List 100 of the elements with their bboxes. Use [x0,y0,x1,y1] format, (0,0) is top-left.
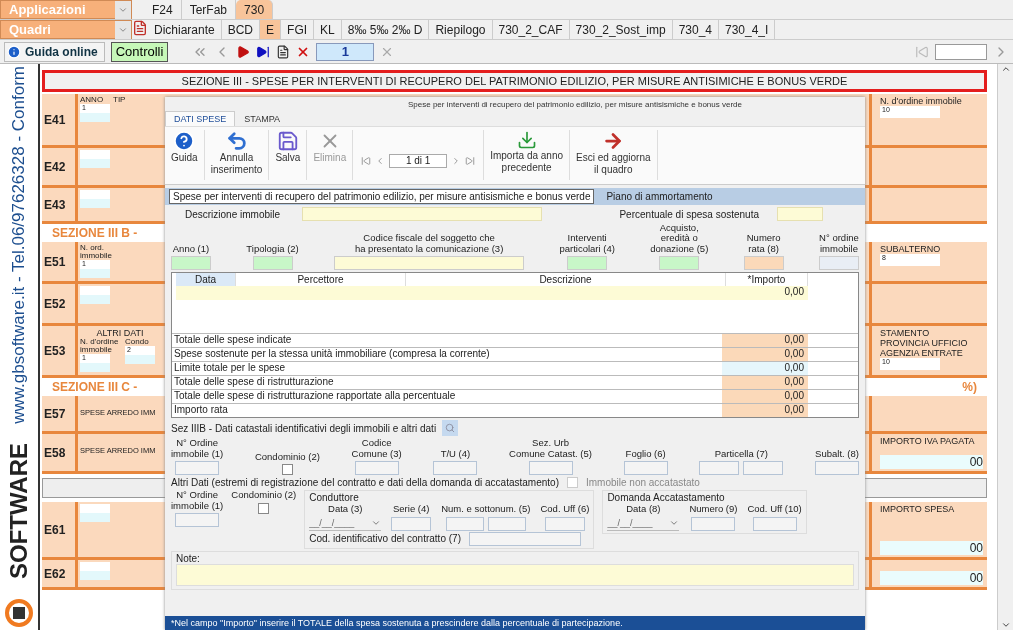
field-label: ALTRI DATI [95,328,145,338]
amount-field[interactable]: 00 [880,455,983,469]
field-label: Tipologia (2) [246,243,299,255]
table-cell-text: 0,00 [783,286,805,300]
app-tab[interactable]: 730 [236,0,274,19]
search-field[interactable] [935,43,987,60]
play-icon [236,44,251,59]
input-field[interactable] [743,461,784,476]
field-label: Condominio (2) [231,490,297,501]
last-icon [465,156,476,166]
input-field[interactable] [445,516,484,531]
total-label: Limite totale per le spese [173,362,287,376]
input-field[interactable] [528,461,573,476]
input-field[interactable] [171,256,211,271]
input-field[interactable] [777,207,823,221]
amount-field[interactable]: 00 [880,571,983,585]
input-field[interactable] [691,516,736,531]
checkbox[interactable] [258,502,270,514]
field-label: SUBALTERNO [880,244,942,254]
date-field[interactable]: __/__/____ [607,516,680,531]
checkbox[interactable] [281,464,293,476]
input-field[interactable] [487,516,526,531]
note-field[interactable] [176,563,854,586]
input-field[interactable] [659,256,700,271]
input-field[interactable] [623,461,668,476]
input-field[interactable] [80,190,110,208]
check-button[interactable]: Controlli [110,41,169,62]
dialog-tab[interactable]: DATI SPESE [165,111,236,126]
footer-note: *Nel campo "Importo" inserire il TOTALE della spesa sostenuta a prescindere dalla percentuale di partecipazione. [165,616,865,630]
input-field[interactable] [302,207,543,221]
form-tab[interactable]: 730_2_Sost_imp [569,20,673,39]
field-label: Anno (1) [172,243,210,255]
field-label: Serie (4) [393,504,430,515]
input-field[interactable] [433,461,478,476]
input-field[interactable] [334,256,525,271]
page-field[interactable]: 1 [316,42,375,61]
previous-icon [915,44,929,59]
search-icon [445,423,456,434]
scroll-up-icon [1000,64,1011,74]
date-field[interactable]: __/__/____ [309,516,382,531]
ribbon-button[interactable]: Importa da anno precedente [484,130,571,180]
input-field[interactable] [80,150,110,168]
form-tab[interactable]: 8‰ 5‰ 2‰ D [341,20,430,39]
input-field[interactable] [752,516,797,531]
input-field[interactable] [567,256,608,271]
field-label: Num. e sottonum. (5) [441,504,531,515]
input-field[interactable] [743,256,784,271]
guide-button[interactable]: Guida online [4,41,105,62]
total-value: 0,00 [722,404,808,418]
input-field[interactable] [175,513,220,528]
input-field[interactable] [80,562,110,580]
app-tab[interactable]: F24 [144,0,182,19]
input-field[interactable] [544,516,585,531]
input-field[interactable] [175,461,220,476]
field-label: Numero rata (8) [746,233,781,255]
section-heading: Altri Dati (estremi di registrazione del contratto e dati della domanda di accatastamento) [171,477,559,489]
form-tab[interactable]: E [260,20,282,39]
section-tab[interactable]: Spese per interventi di recupero del patrimonio edilizio, per misure antisismiche e bonus verde [169,189,595,204]
input-field[interactable] [815,461,859,476]
input-field[interactable] [391,516,432,531]
input-field[interactable] [252,256,293,271]
input-field[interactable] [354,461,399,476]
column-header: Data [176,273,236,287]
field-label: T/U (4) [440,448,471,460]
input-field[interactable] [468,531,581,546]
undo-icon [225,130,248,152]
amount-field[interactable]: 00 [880,541,983,555]
section-title: SEZIONE III - SPESE PER INTERVENTI DI RECUPERO DEL PATRIMONIO EDILIZIO, PER MISURE ANTISIMICHE E BONUS VERDE [42,70,987,92]
record-field[interactable]: 1 di 1 [389,154,448,168]
section-heading: SEZIONE III B - [52,226,138,240]
ribbon-button[interactable]: Guida [165,130,205,180]
section-tab[interactable]: Piano di ammortamento [602,189,717,204]
input-field[interactable] [699,461,740,476]
row-code: E61 [42,502,78,557]
ribbon-button[interactable]: Esci ed aggiorna il quadro [570,130,658,180]
group-title: Conduttore [309,492,360,504]
row-code: E58 [42,434,78,471]
ribbon-button[interactable]: Salva [269,130,308,180]
total-value: 0,00 [722,376,808,390]
input-field[interactable] [80,286,110,304]
field-label: Descrizione immobile [185,208,281,220]
form-tab[interactable]: 730_2_CAF [492,20,570,39]
dialog-tab[interactable]: STAMPA [235,111,290,126]
input-field[interactable] [80,504,110,522]
form-tab[interactable]: Riepilogo [429,20,493,39]
form-tab[interactable]: 730_4_I [719,20,776,39]
field-label: IMPORTO SPESA [880,504,956,514]
field-label: Foglio (6) [625,448,666,460]
field-label: STAMENTO [880,328,931,338]
form-tab[interactable]: KL [314,20,342,39]
table-row[interactable]: 0,00 [176,286,808,301]
search-button[interactable] [442,420,459,437]
form-tab[interactable]: 730_4 [672,20,719,39]
input-field[interactable] [818,256,859,271]
field-label: TIP [113,96,126,104]
form-tab[interactable]: Dichiarante [148,20,222,39]
form-tab[interactable]: FGI [281,20,315,39]
ribbon-button[interactable]: Annulla inserimento [204,130,270,180]
field-label: Percentuale di spesa sostenuta [619,208,759,220]
download-icon [516,130,537,150]
